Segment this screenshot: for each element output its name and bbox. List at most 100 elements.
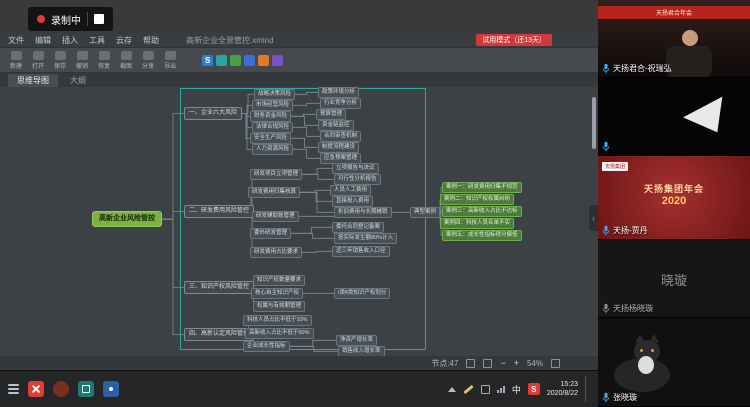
mindmap-node[interactable]: 战略决策风险 <box>254 89 295 100</box>
mindmap-node[interactable]: 案例二：知识产权权属纠纷 <box>440 194 514 205</box>
screenshot-icon <box>121 51 132 60</box>
vertical-scrollbar[interactable] <box>592 97 596 149</box>
menu-help[interactable]: 帮助 <box>143 35 159 46</box>
new-button[interactable]: 新建 <box>10 51 22 70</box>
mindmap-node[interactable]: 知识产权数量要求 <box>253 275 305 286</box>
menu-tools[interactable]: 工具 <box>89 35 105 46</box>
clipboard-icon[interactable] <box>258 55 269 66</box>
mindmap-node[interactable]: 立项报告与决议 <box>332 163 379 174</box>
zoom-in-button[interactable]: + <box>514 359 519 368</box>
new-icon <box>11 51 22 60</box>
mindmap-node[interactable]: 近三年销售收入口径 <box>332 246 390 257</box>
share-button[interactable]: 分享 <box>142 51 154 70</box>
zoom-out-button[interactable]: − <box>500 359 505 368</box>
mindmap-node[interactable]: 直接投入费用 <box>332 196 373 207</box>
tab-mindmap[interactable]: 思维导图 <box>8 74 58 87</box>
mindmap-node[interactable]: 研发辅助账管理 <box>252 211 299 222</box>
redo-button[interactable]: 恢复 <box>98 51 110 70</box>
mindmap-node[interactable]: 四、高新认定风险管控 <box>184 328 254 341</box>
translate-icon[interactable] <box>244 55 255 66</box>
mindmap-node[interactable]: Ⅰ类Ⅱ类知识产权划分 <box>334 288 390 299</box>
mindmap-node[interactable]: 折旧费用与长期摊销 <box>334 207 392 218</box>
fullscreen-icon[interactable] <box>551 359 560 368</box>
menu-file[interactable]: 文件 <box>8 35 24 46</box>
network-icon[interactable] <box>497 386 505 393</box>
participant-tile[interactable]: 天扬集团 天扬集团年会 2020 天扬-贾丹 <box>598 156 750 240</box>
mindmap-node[interactable]: 企业成长性指标 <box>243 341 290 352</box>
xmind-window: 文件 编辑 插入 工具 云存 帮助 高新企业全景管控.xmind 试用模式（还1… <box>0 33 598 370</box>
mindmap-canvas[interactable]: › 高新企业风险管控 一、企业六大风险二、研发费用风险管控三、知识产权风险管控四、… <box>0 87 598 356</box>
mindmap-node[interactable]: 政策环境分析 <box>318 87 359 98</box>
tray-expand-icon[interactable] <box>448 387 456 392</box>
mindmap-node[interactable]: 净资产增长率 <box>336 335 377 346</box>
mindmap-node[interactable]: 案例三：高新收入占比不达标 <box>442 206 522 217</box>
mindmap-node[interactable]: 案例五：成长性指标得分偏低 <box>442 230 522 241</box>
stop-recording-button[interactable] <box>94 14 104 24</box>
mindmap-node[interactable]: 典型案例 <box>410 207 440 218</box>
mindmap-node[interactable]: 法律合规风险 <box>252 122 293 133</box>
mindmap-node[interactable]: 案例四：科技人员名单不实 <box>440 218 514 229</box>
menu-insert[interactable]: 插入 <box>62 35 78 46</box>
mindmap-node[interactable]: 委托合同登记备案 <box>332 222 384 233</box>
mindmap-node[interactable]: 市场经营风险 <box>252 100 293 111</box>
taskbar-app-browser-icon[interactable] <box>53 381 69 397</box>
sogou-tray-icon[interactable]: S <box>528 383 540 395</box>
mindmap-node[interactable]: 高新收入占比不低于60% <box>245 328 314 339</box>
show-desktop-button[interactable] <box>585 376 590 402</box>
save-button[interactable]: 保存 <box>54 51 66 70</box>
mindmap-node[interactable]: 科技人员占比不低于10% <box>243 315 312 326</box>
screenshot-button[interactable]: 截图 <box>120 51 132 70</box>
mindmap-node[interactable]: 研发项目立项管理 <box>250 169 302 180</box>
voice-icon[interactable] <box>216 55 227 66</box>
mindmap-node[interactable]: 核心自主知识产权 <box>251 288 303 299</box>
mindmap-node[interactable]: 二、研发费用风险管控 <box>184 205 254 218</box>
mindmap-node[interactable]: 案例一：研发费用归集不规范 <box>442 182 522 193</box>
volume-icon[interactable] <box>481 385 490 394</box>
sogou-icon[interactable]: S <box>202 55 213 66</box>
mindmap-node[interactable]: 销售收入增长率 <box>338 346 385 356</box>
mindmap-node[interactable]: 高新企业风险管控 <box>92 211 162 227</box>
mindmap-node[interactable]: 应急预案管理 <box>320 153 361 164</box>
taskbar-app-red-icon[interactable] <box>28 381 44 397</box>
mindmap-node[interactable]: 研发费用归集核算 <box>248 187 300 198</box>
ime-indicator[interactable]: 中 <box>512 383 521 396</box>
open-button[interactable]: 打开 <box>32 51 44 70</box>
mindmap-node[interactable]: 三、知识产权风险管控 <box>184 281 254 294</box>
mindmap-node[interactable]: 权属与有效期管理 <box>253 301 305 312</box>
mindmap-node[interactable]: 预算管理 <box>316 109 346 120</box>
map-overview-icon[interactable] <box>466 359 475 368</box>
taskbar-app-meeting-icon[interactable] <box>103 381 119 397</box>
clock[interactable]: 15:23 2020/8/22 <box>547 380 578 398</box>
menu-edit[interactable]: 编辑 <box>35 35 51 46</box>
start-button[interactable] <box>8 384 19 394</box>
menu-cloud[interactable]: 云存 <box>116 35 132 46</box>
mindmap-node[interactable]: 研发费用占比要求 <box>250 247 302 258</box>
panel-expander[interactable]: › <box>589 205 598 231</box>
wps-icon[interactable] <box>230 55 241 66</box>
mindmap-node[interactable]: 一、企业六大风险 <box>184 107 242 120</box>
participant-tile[interactable]: 晓璇 天扬杨晓璇 <box>598 240 750 318</box>
export-button[interactable]: 导出 <box>164 51 176 70</box>
mindmap-node[interactable]: 人力资源风险 <box>252 144 293 155</box>
zoom-level[interactable]: 54% <box>527 359 543 368</box>
emoji-icon[interactable] <box>272 55 283 66</box>
participant-tile[interactable]: 张晓璇 <box>598 318 750 407</box>
mindmap-node[interactable]: 委外研发管理 <box>250 228 291 239</box>
mindmap-node[interactable]: 行业竞争分析 <box>320 98 361 109</box>
mindmap-node[interactable]: 按实际发生额80%计入 <box>334 233 397 244</box>
mindmap-node[interactable]: 可行性分析报告 <box>334 174 381 185</box>
mindmap-node[interactable]: 合同审查机制 <box>320 131 361 142</box>
mindmap-node[interactable]: 资金链监控 <box>318 120 354 131</box>
pen-icon[interactable] <box>463 384 473 393</box>
mindmap-node[interactable]: 制度流程建设 <box>318 142 359 153</box>
undo-button[interactable]: 撤销 <box>76 51 88 70</box>
participant-tile[interactable]: 天扬君合年会 天扬君合-祝瑞弘 <box>598 0 750 78</box>
mindmap-node[interactable]: 人员人工费用 <box>330 185 371 196</box>
drill-icon[interactable] <box>483 359 492 368</box>
mindmap-node[interactable]: 安全生产风险 <box>250 133 291 144</box>
mindmap-node[interactable]: 财务资金风险 <box>250 111 291 122</box>
stage-title: 天扬集团年会 <box>598 182 750 195</box>
tab-outline[interactable]: 大纲 <box>61 74 95 87</box>
taskbar-app-xmind-icon[interactable] <box>78 381 94 397</box>
participant-tile[interactable] <box>598 78 750 156</box>
